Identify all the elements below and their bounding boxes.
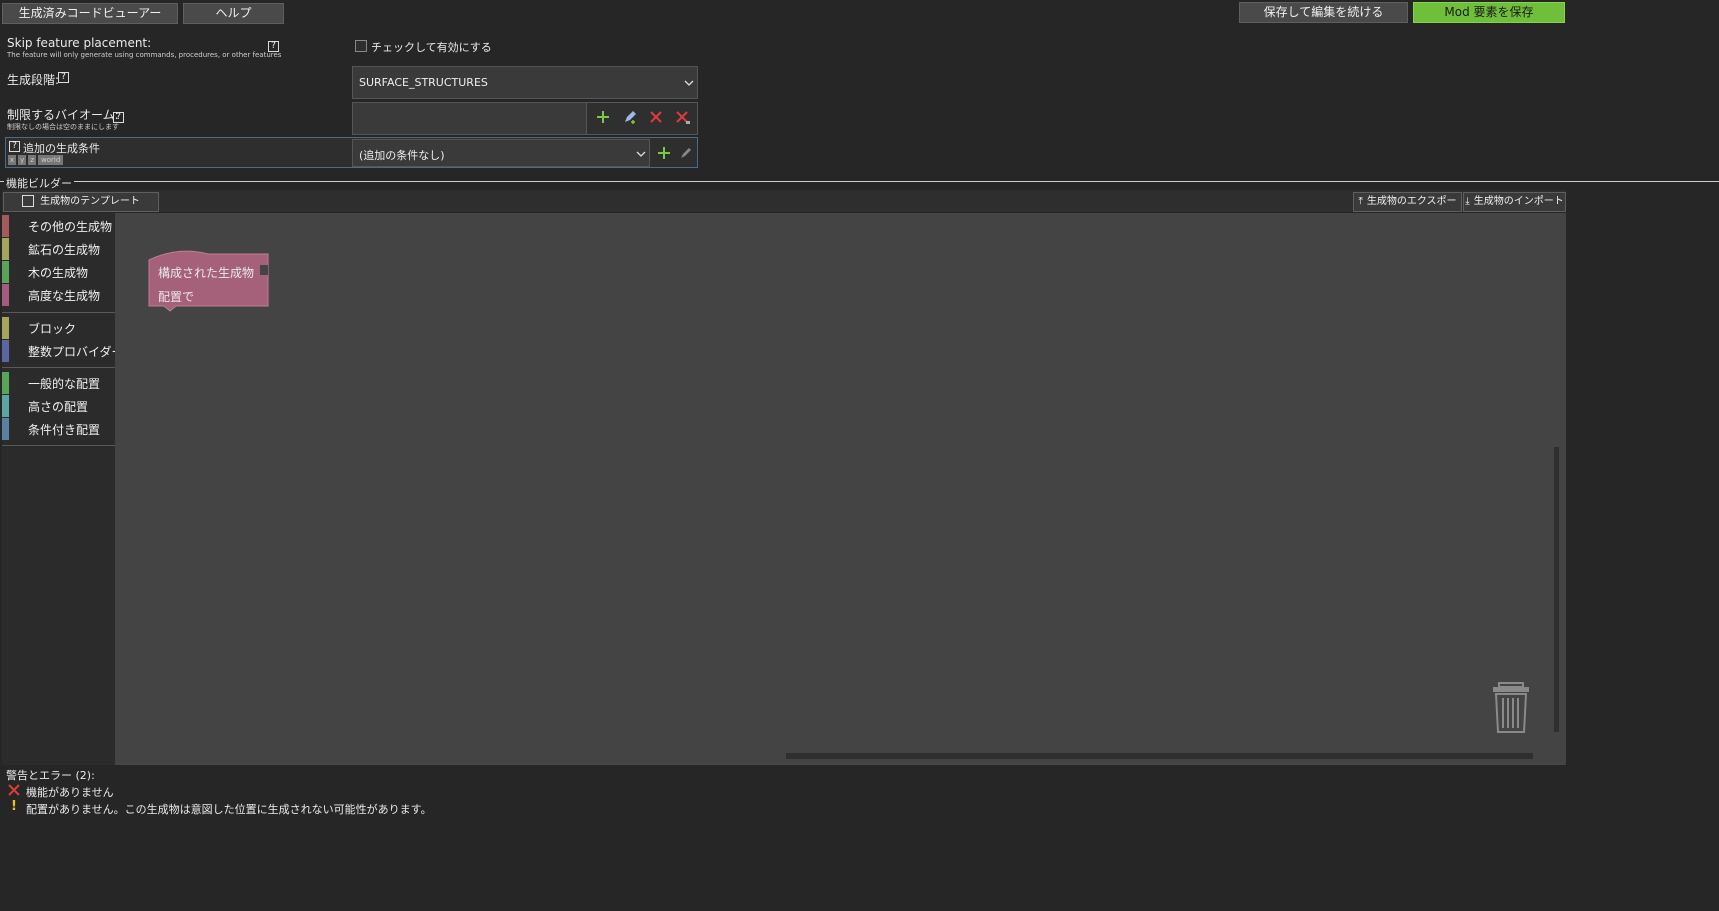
- stage-label: 生成段階:: [7, 73, 60, 87]
- category-color-bar: [2, 238, 9, 260]
- workspace[interactable]: [115, 213, 1566, 765]
- skip-placement-desc: The feature will only generate using com…: [7, 51, 282, 59]
- export-icon: ⤒: [1358, 196, 1363, 207]
- warning-message: 配置がありません。この生成物は意図した位置に生成されない可能性があります。: [26, 803, 432, 816]
- category-divider: [2, 367, 115, 368]
- category-label: 条件付き配置: [28, 423, 101, 437]
- dropdown-arrow-icon: [684, 80, 694, 86]
- biome-label: 制限するバイオーム:: [7, 108, 119, 122]
- import-button[interactable]: ⤓ 生成物のインポート: [1463, 192, 1566, 212]
- category-item[interactable]: 木の生成物: [2, 261, 115, 283]
- stage-select[interactable]: SURFACE_STRUCTURES: [352, 66, 698, 99]
- block-label-line2: 配置で: [158, 290, 195, 304]
- category-color-bar: [2, 340, 9, 362]
- category-item[interactable]: 高度な生成物: [2, 284, 115, 306]
- biome-help-icon[interactable]: ?: [113, 112, 124, 123]
- category-color-bar: [2, 215, 9, 237]
- edit-condition-icon[interactable]: [679, 146, 693, 160]
- category-item[interactable]: 整数プロバイダー: [2, 340, 124, 362]
- skip-checkbox-label: チェックして有効にする: [371, 41, 492, 54]
- stage-select-value: SURFACE_STRUCTURES: [359, 76, 488, 89]
- category-item[interactable]: ブロック: [2, 317, 115, 339]
- category-divider: [2, 445, 115, 446]
- template-icon: [22, 195, 35, 207]
- builder-title: 機能ビルダー: [4, 175, 74, 191]
- edit-icon[interactable]: [622, 109, 638, 125]
- condition-select[interactable]: (追加の条件なし): [352, 139, 650, 167]
- category-item[interactable]: その他の生成物: [2, 215, 115, 237]
- import-icon: ⤓: [1465, 196, 1470, 207]
- category-color-bar: [2, 372, 9, 394]
- category-color-bar: [2, 284, 9, 306]
- skip-help-icon[interactable]: ?: [268, 41, 279, 52]
- warnings-header: 警告とエラー (2):: [6, 769, 95, 782]
- trash-icon[interactable]: [1491, 682, 1531, 734]
- category-color-bar: [2, 418, 9, 440]
- category-color-bar: [2, 317, 9, 339]
- export-button[interactable]: ⤒生成物のエクスポート: [1353, 192, 1462, 225]
- builder-separator: [0, 181, 1719, 182]
- tag-world: world: [38, 155, 64, 165]
- category-item[interactable]: 一般的な配置: [2, 372, 115, 394]
- tag-y: y: [18, 155, 27, 165]
- biome-desc: 制限なしの場合は空のままにします: [7, 123, 119, 131]
- category-color-bar: [2, 261, 9, 283]
- save-mod-button[interactable]: Mod 要素を保存: [1413, 2, 1565, 23]
- stage-help-icon[interactable]: ?: [58, 72, 69, 83]
- category-label: 整数プロバイダー: [28, 345, 124, 359]
- condition-help-icon[interactable]: ?: [9, 141, 20, 152]
- category-label: 高度な生成物: [28, 289, 101, 303]
- error-message: 機能がありません: [26, 786, 114, 799]
- category-label: 一般的な配置: [28, 377, 101, 391]
- category-item[interactable]: 条件付き配置: [2, 418, 115, 440]
- skip-placement-checkbox[interactable]: [355, 40, 367, 52]
- category-label: ブロック: [28, 322, 77, 336]
- templates-label: 生成物のテンプレート: [40, 196, 140, 207]
- error-icon: [8, 784, 20, 796]
- horizontal-scrollbar[interactable]: [786, 753, 1533, 759]
- builder-toolbar: [2, 190, 1566, 212]
- condition-tags: x y z world: [8, 155, 64, 165]
- add-icon[interactable]: [596, 110, 610, 124]
- condition-label: 追加の生成条件: [23, 142, 100, 155]
- biome-list-field[interactable]: [352, 102, 587, 135]
- category-label: 鉱石の生成物: [28, 243, 101, 257]
- tag-x: x: [8, 155, 17, 165]
- templates-button[interactable]: 生成物のテンプレート: [3, 192, 159, 212]
- condition-select-value: (追加の条件なし): [359, 149, 445, 162]
- tag-z: z: [28, 155, 36, 165]
- add-condition-icon[interactable]: [657, 146, 671, 160]
- remove-icon[interactable]: [650, 111, 662, 123]
- category-label: 高さの配置: [28, 400, 89, 414]
- category-item[interactable]: 高さの配置: [2, 395, 115, 417]
- category-label: 木の生成物: [28, 266, 89, 280]
- category-color-bar: [2, 395, 9, 417]
- category-divider: [2, 312, 115, 313]
- skip-placement-label: Skip feature placement:: [7, 36, 152, 50]
- category-item[interactable]: 鉱石の生成物: [2, 238, 115, 260]
- vertical-scrollbar[interactable]: [1554, 447, 1559, 732]
- save-continue-button[interactable]: 保存して編集を続ける: [1239, 2, 1408, 23]
- dropdown-arrow-icon: [636, 151, 646, 157]
- category-label: その他の生成物: [28, 220, 113, 234]
- block-label-line1: 構成された生成物: [158, 266, 255, 280]
- warning-icon: !: [11, 799, 17, 814]
- help-button[interactable]: ヘルプ: [183, 3, 284, 24]
- import-label: 生成物のインポート: [1473, 196, 1564, 207]
- code-viewer-button[interactable]: 生成済みコードビューアー: [2, 3, 178, 24]
- input-notch: [260, 265, 268, 275]
- remove-all-icon[interactable]: [676, 111, 690, 125]
